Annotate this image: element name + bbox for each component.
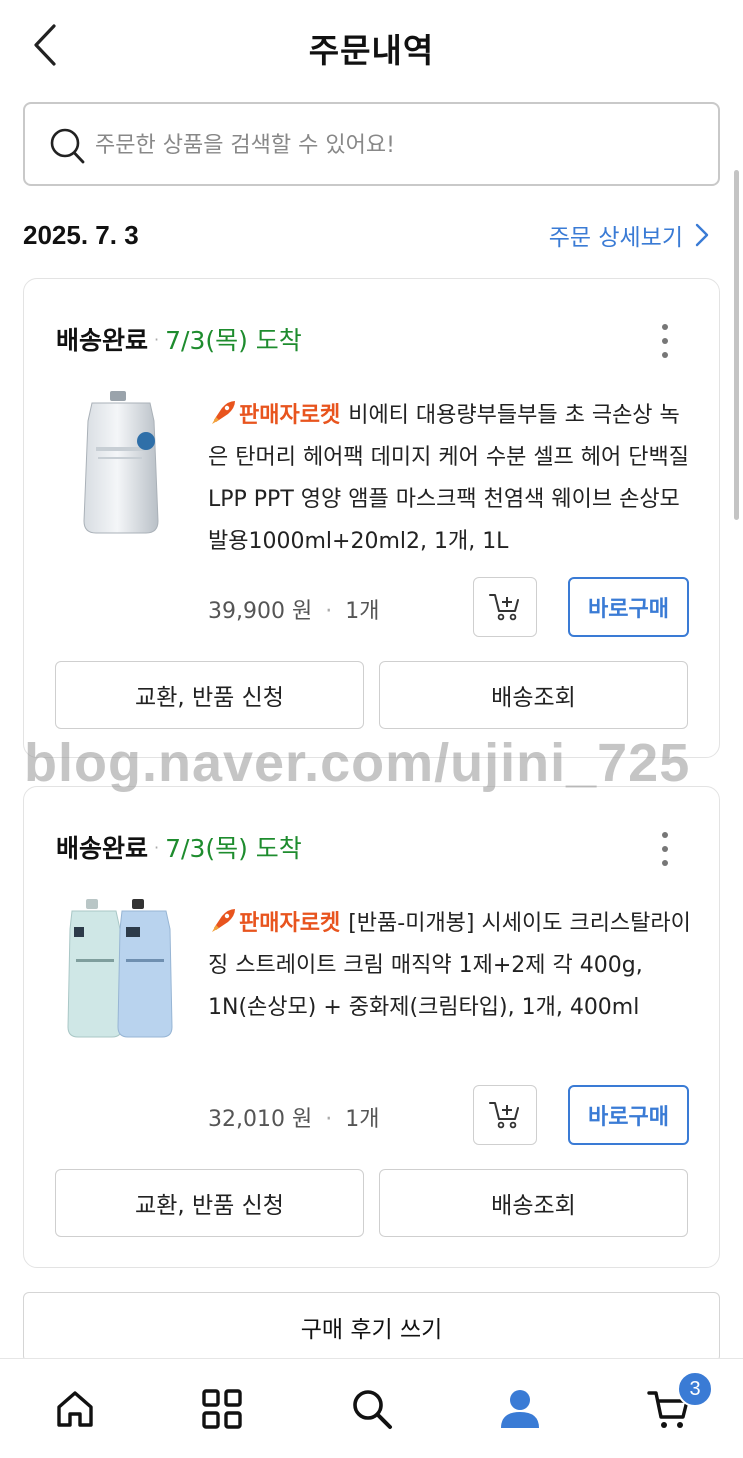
page-title: 주문내역 (308, 31, 435, 70)
buy-now-button[interactable]: 바로구매 (568, 1085, 689, 1145)
order-item-card: 배송완료 · 7/3(목) 도착 판매자로켓 [반품-미개봉] 시세이도 크리스탈… (23, 786, 720, 1268)
rocket-icon (212, 909, 235, 932)
add-to-cart-button[interactable] (473, 577, 537, 637)
buy-now-button[interactable]: 바로구매 (568, 577, 689, 637)
product-title[interactable]: 판매자로켓 [반품-미개봉] 시세이도 크리스탈라이징 스트레이트 크림 매직약 … (208, 903, 694, 1029)
price-separator: · (325, 1107, 333, 1132)
order-detail-label: 주문 상세보기 (548, 225, 683, 251)
my-page-icon[interactable] (498, 1387, 542, 1431)
search-box[interactable] (23, 102, 720, 186)
delivery-tracking-button[interactable]: 배송조회 (379, 1169, 688, 1237)
seller-rocket-badge: 판매자로켓 (239, 911, 341, 936)
delivery-status: 배송완료 · 7/3(목) 도착 (56, 321, 302, 357)
product-title[interactable]: 판매자로켓 비에티 대용량부들부들 초 극손상 녹은 탄머리 헤어팩 데미지 케어… (208, 395, 694, 563)
more-options-icon[interactable] (653, 829, 677, 869)
write-review-button[interactable]: 구매 후기 쓰기 (23, 1292, 720, 1362)
exchange-return-button[interactable]: 교환, 반품 신청 (55, 661, 364, 729)
quantity: 1개 (345, 599, 380, 624)
order-detail-link[interactable]: 주문 상세보기 (549, 218, 709, 252)
price-line: 32,010 원 · 1개 (208, 1101, 379, 1133)
rocket-icon (212, 401, 235, 424)
header: 주문내역 (0, 0, 743, 92)
bottom-navigation (0, 1358, 743, 1458)
price: 32,010 원 (208, 1107, 313, 1132)
add-to-cart-button[interactable] (473, 1085, 537, 1145)
cart-count-badge: 3 (677, 1371, 713, 1407)
order-date: 2025. 7. 3 (23, 220, 139, 250)
search-icon[interactable] (350, 1387, 394, 1431)
order-item-card: 배송완료 · 7/3(목) 도착 판매자로켓 비에티 대용량부들부들 초 극손상 … (23, 278, 720, 758)
status-separator: · (154, 837, 160, 857)
status-separator: · (154, 329, 160, 349)
add-to-cart-icon (489, 594, 519, 621)
status-text: 배송완료 (56, 834, 149, 863)
exchange-return-button[interactable]: 교환, 반품 신청 (55, 1169, 364, 1237)
price-separator: · (325, 599, 333, 624)
product-image[interactable] (58, 391, 190, 541)
more-options-icon[interactable] (653, 321, 677, 361)
status-text: 배송완료 (56, 326, 149, 355)
product-image[interactable] (58, 899, 190, 1049)
price: 39,900 원 (208, 599, 313, 624)
quantity: 1개 (345, 1107, 380, 1132)
categories-icon[interactable] (200, 1387, 244, 1431)
chevron-right-icon (695, 223, 709, 247)
add-to-cart-icon (489, 1102, 519, 1129)
price-line: 39,900 원 · 1개 (208, 593, 379, 625)
arrival-date: 7/3(목) 도착 (165, 834, 302, 863)
arrival-date: 7/3(목) 도착 (165, 326, 302, 355)
delivery-status: 배송완료 · 7/3(목) 도착 (56, 829, 302, 865)
blog-watermark: blog.naver.com/ujini_725 (24, 733, 691, 793)
scrollbar[interactable] (734, 170, 739, 520)
search-input[interactable] (95, 124, 695, 166)
seller-rocket-badge: 판매자로켓 (239, 403, 341, 428)
delivery-tracking-button[interactable]: 배송조회 (379, 661, 688, 729)
search-icon (50, 128, 85, 164)
home-icon[interactable] (53, 1387, 97, 1431)
